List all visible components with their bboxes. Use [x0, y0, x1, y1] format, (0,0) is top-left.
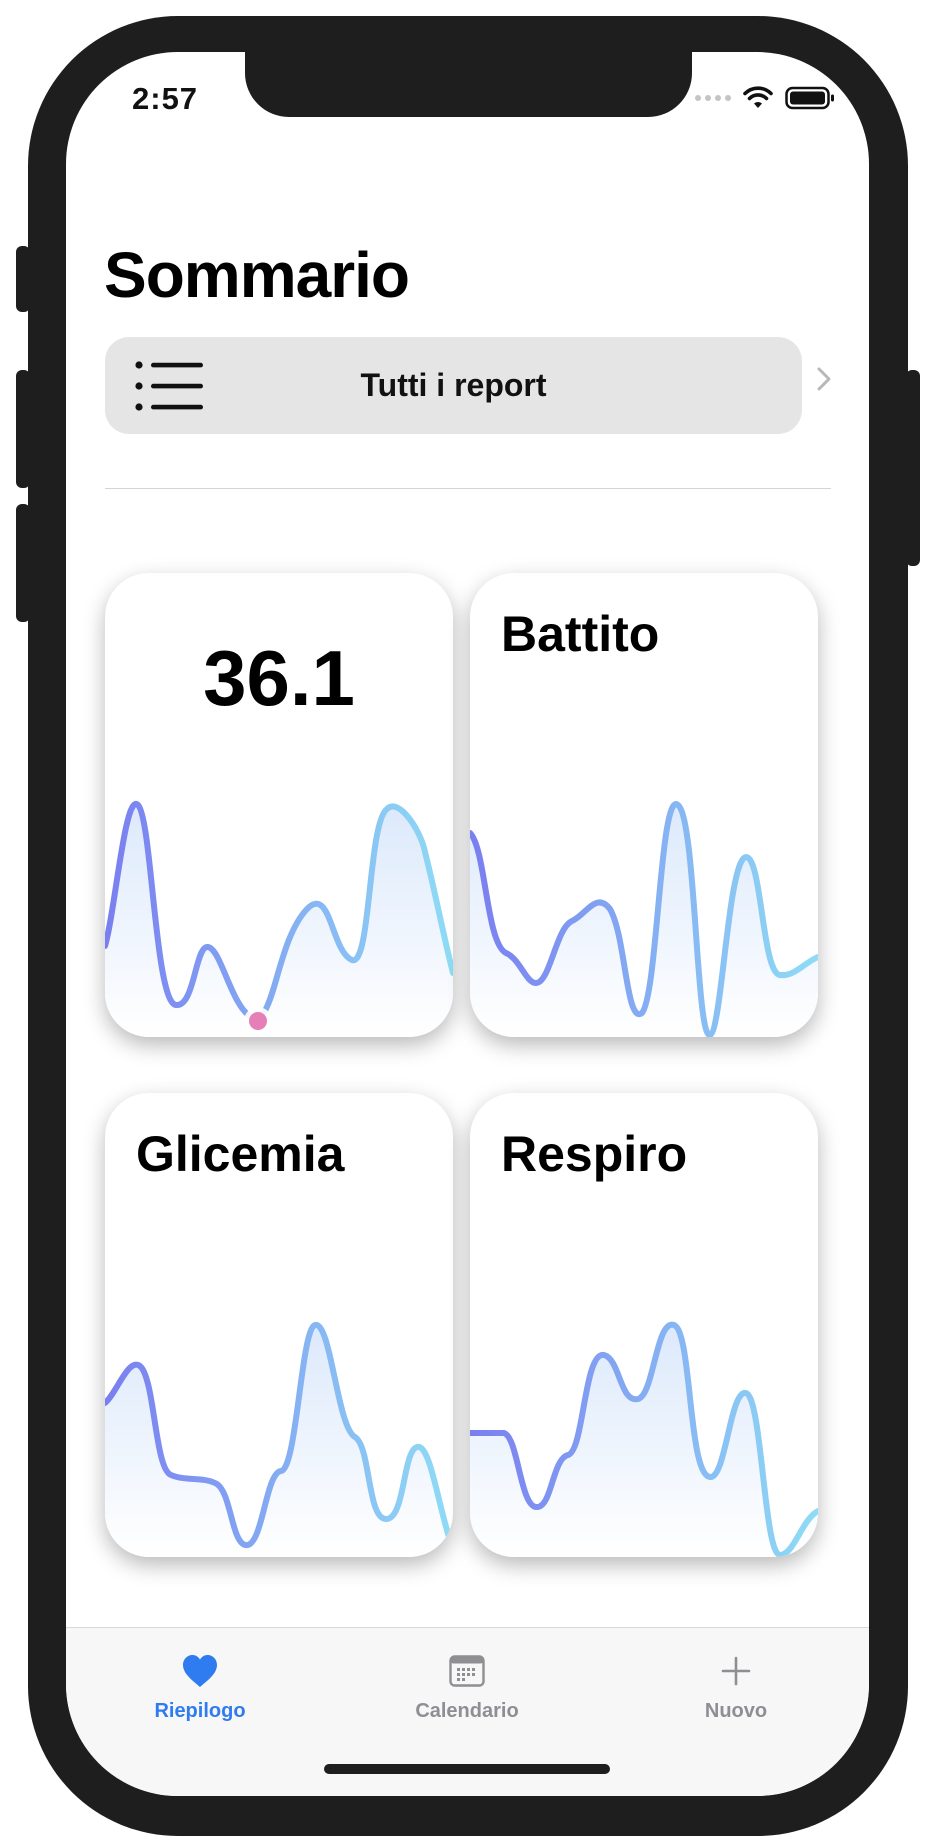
heart-icon	[183, 1655, 217, 1687]
tab-calendario[interactable]: Calendario	[367, 1628, 567, 1738]
respiro-title: Respiro	[501, 1126, 688, 1182]
current-value-marker	[249, 1012, 267, 1030]
notch	[245, 52, 692, 117]
status-indicators	[695, 86, 835, 110]
screen: 2:57 Sommario Tutti i report 36.1 Battit…	[66, 52, 869, 1796]
tab-label-nuovo: Nuovo	[704, 1700, 768, 1722]
home-indicator[interactable]	[324, 1764, 610, 1774]
calendar-icon	[449, 1655, 485, 1687]
volume-down-button	[16, 504, 30, 622]
all-reports-label: Tutti i report	[360, 367, 547, 403]
temperature-card[interactable]: 36.1	[105, 573, 453, 1037]
tab-riepilogo[interactable]: Riepilogo	[100, 1628, 300, 1738]
mute-switch	[16, 246, 30, 312]
battito-title: Battito	[501, 606, 660, 662]
glicemia-card[interactable]: Glicemia	[105, 1093, 453, 1557]
temperature-value: 36.1	[203, 634, 355, 722]
glicemia-title: Glicemia	[136, 1126, 345, 1182]
power-button	[906, 370, 920, 566]
plus-icon	[721, 1656, 751, 1686]
battito-card[interactable]: Battito	[470, 573, 818, 1037]
page-title: Sommario	[104, 239, 410, 311]
tab-label-riepilogo: Riepilogo	[154, 1700, 246, 1722]
tab-nuovo[interactable]: Nuovo	[636, 1628, 836, 1738]
cellular-signal-icon	[695, 95, 731, 101]
respiro-card[interactable]: Respiro	[470, 1093, 818, 1557]
chevron-right-icon[interactable]	[816, 366, 832, 392]
status-time: 2:57	[132, 81, 199, 116]
all-reports-button[interactable]: Tutti i report	[105, 337, 802, 434]
wifi-icon	[743, 86, 773, 108]
battery-icon	[785, 86, 834, 110]
divider	[105, 488, 831, 489]
volume-up-button	[16, 370, 30, 488]
tab-label-calendario: Calendario	[415, 1700, 519, 1722]
